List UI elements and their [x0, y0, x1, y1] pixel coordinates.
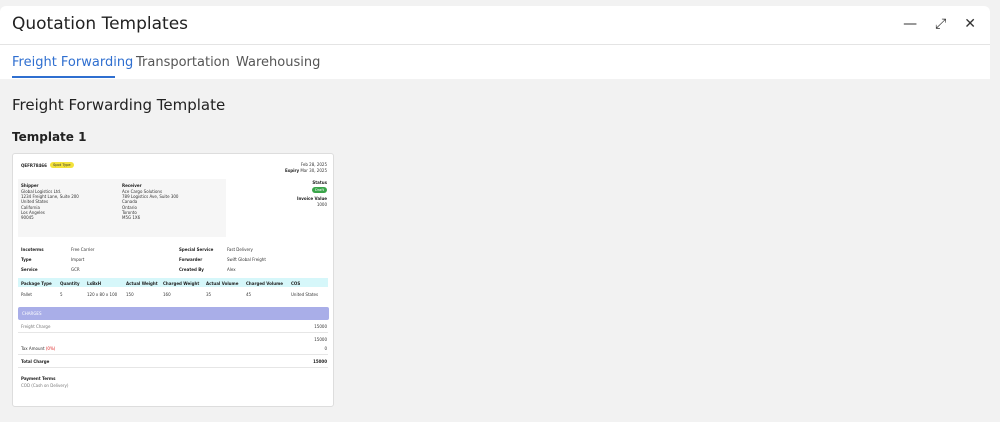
- package-col-header: Package Type: [21, 281, 52, 286]
- package-cell: 150: [126, 292, 134, 297]
- status-label: Status: [312, 180, 327, 185]
- detail-value: Fast Delivery: [227, 247, 253, 252]
- template-name: Template 1: [12, 130, 87, 144]
- invoice-value: 1000: [316, 202, 327, 207]
- package-cell: 5: [60, 292, 63, 297]
- package-cell: Pallet: [21, 292, 32, 297]
- minimize-icon[interactable]: —: [903, 15, 917, 33]
- active-tab-indicator: [12, 76, 115, 78]
- detail-label: Incoterms: [21, 247, 44, 252]
- receiver-address: Ace Cargo Solutions 789 Logistics Ave, Su…: [122, 189, 179, 221]
- package-col-header: Charged Weight: [163, 281, 200, 286]
- invoice-label: Invoice Value: [296, 196, 327, 201]
- freight-charge-label: Freight Charge: [21, 324, 51, 329]
- window-title: Quotation Templates: [12, 14, 189, 34]
- expiry-line: Expiry Mar 30, 2025: [284, 168, 327, 173]
- detail-label: Special Service: [179, 247, 214, 252]
- package-cell: 160: [163, 292, 171, 297]
- divider: [18, 332, 328, 333]
- package-col-header: Actual Volume: [206, 281, 239, 286]
- total-label: Total Charge: [21, 359, 50, 364]
- spot-type-badge: Spot Type: [50, 162, 74, 168]
- subtotal-value: 15000: [314, 337, 327, 342]
- divider: [18, 354, 328, 355]
- package-col-header: Actual Weight: [126, 281, 158, 286]
- package-col-header: LxBxH: [87, 281, 102, 286]
- window-controls: — ⤢ ✕: [903, 15, 976, 33]
- freight-charge-value: 15000: [314, 324, 327, 329]
- charges-title: CHARGES: [22, 311, 42, 316]
- detail-label: Created By: [179, 267, 204, 272]
- tax-value: 0: [324, 346, 327, 351]
- tab-transportation[interactable]: Transportation: [136, 55, 230, 70]
- payment-terms-value: COD (Cash on Delivery): [21, 383, 69, 388]
- status-badge: Draft: [311, 187, 327, 193]
- package-cell: 35: [206, 292, 212, 297]
- section-title: Freight Forwarding Template: [12, 96, 226, 114]
- tab-freight-forwarding[interactable]: Freight Forwarding: [12, 55, 133, 70]
- detail-value: Import: [71, 257, 85, 262]
- shipper-address: Global Logistics Ltd. 1234 Freight Lane, …: [21, 189, 79, 221]
- quote-id: QEFR78466: [21, 163, 47, 168]
- window-header: Quotation Templates — ⤢ ✕: [0, 6, 990, 45]
- payment-terms-label: Payment Terms: [21, 376, 56, 381]
- package-cell: United States: [291, 292, 319, 297]
- detail-label: Service: [21, 267, 38, 272]
- tab-bar: Freight Forwarding Transportation Wareho…: [0, 45, 990, 79]
- detail-value: Free Carrier: [71, 247, 95, 252]
- package-cell: 45: [246, 292, 252, 297]
- total-value: 15000: [313, 359, 327, 364]
- package-col-header: Charged Volume: [246, 281, 284, 286]
- close-icon[interactable]: ✕: [964, 15, 976, 33]
- package-col-header: Quantity: [60, 281, 80, 286]
- maximize-icon[interactable]: ⤢: [935, 15, 946, 33]
- shipper-label: Shipper: [21, 183, 39, 188]
- template-preview-card[interactable]: QEFR78466 Spot Type Feb 28, 2025 Expiry …: [12, 153, 334, 407]
- parties-box: Shipper Global Logistics Ltd. 1234 Freigh…: [18, 179, 226, 237]
- package-cell: 120 x 80 x 100: [87, 292, 118, 297]
- receiver-label: Receiver: [122, 183, 142, 188]
- charges-header: CHARGES: [18, 307, 329, 320]
- detail-value: GCR: [71, 267, 80, 272]
- divider: [18, 367, 328, 368]
- tab-warehousing[interactable]: Warehousing: [236, 55, 320, 70]
- package-col-header: COS: [291, 281, 301, 286]
- quote-date: Feb 28, 2025: [300, 162, 327, 167]
- detail-label: Type: [21, 257, 32, 262]
- detail-value: Alex: [227, 267, 236, 272]
- detail-value: Swift Global Freight: [227, 257, 266, 262]
- detail-label: Forwarder: [179, 257, 203, 262]
- tax-label: Tax Amount (0%): [21, 346, 56, 351]
